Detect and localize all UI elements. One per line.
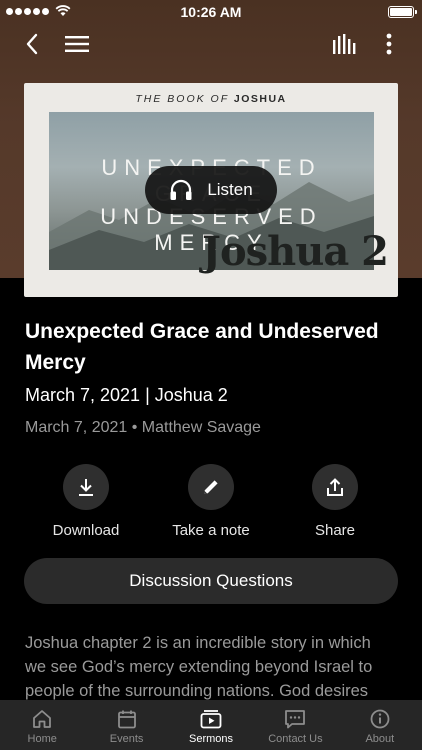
sermon-subtitle: March 7, 2021 | Joshua 2	[25, 385, 228, 405]
share-button[interactable]: Share	[275, 464, 395, 539]
nav-bar	[0, 28, 422, 60]
status-time: 10:26 AM	[180, 4, 242, 20]
share-circle	[312, 464, 358, 510]
artwork-header: THE BOOK OF JOSHUA	[135, 93, 287, 105]
take-note-button[interactable]: Take a note	[151, 464, 271, 539]
take-note-label: Take a note	[172, 522, 250, 539]
listen-button[interactable]: Listen	[145, 166, 277, 214]
sermon-meta: March 7, 2021 • Matthew Savage	[25, 419, 261, 436]
listen-label: Listen	[207, 180, 253, 199]
tab-sermons-label: Sermons	[189, 733, 234, 745]
tab-about[interactable]: About	[338, 700, 422, 750]
download-button[interactable]: Download	[26, 464, 146, 539]
home-icon	[33, 710, 52, 728]
tab-sermons[interactable]: Sermons	[169, 700, 253, 750]
note-circle	[188, 464, 234, 510]
download-label: Download	[52, 522, 120, 539]
status-bar: 10:26 AM	[0, 0, 422, 24]
tab-events-label: Events	[109, 733, 144, 745]
tab-events[interactable]: Events	[84, 700, 168, 750]
sermon-title: Unexpected Grace and Undeserved Mercy	[25, 320, 379, 374]
back-button[interactable]	[16, 28, 48, 60]
play-icon	[200, 710, 222, 729]
download-icon	[79, 479, 93, 496]
more-icon	[386, 33, 392, 55]
share-icon	[327, 478, 343, 496]
download-circle	[63, 464, 109, 510]
menu-button[interactable]	[61, 28, 93, 60]
info-icon	[370, 709, 390, 729]
tab-contact[interactable]: Contact Us	[253, 700, 337, 750]
headphones-icon	[170, 179, 192, 200]
pencil-icon	[204, 480, 218, 494]
battery-icon	[388, 6, 417, 18]
sermon-description: Joshua chapter 2 is an incredible story …	[25, 634, 373, 700]
more-button[interactable]	[373, 28, 405, 60]
tab-about-label: About	[365, 733, 395, 745]
equalizer-icon	[333, 34, 356, 54]
chat-icon	[285, 710, 306, 729]
tab-home[interactable]: Home	[0, 700, 84, 750]
artwork-series-label: Joshua 2	[202, 228, 389, 275]
discussion-questions-button[interactable]: Discussion Questions	[24, 558, 398, 604]
audio-player-button[interactable]	[328, 28, 360, 60]
tab-contact-label: Contact Us	[268, 733, 323, 745]
back-icon	[26, 33, 38, 55]
share-label: Share	[314, 522, 356, 539]
menu-icon	[65, 36, 89, 52]
calendar-icon	[117, 710, 136, 729]
tab-home-label: Home	[27, 733, 57, 745]
tab-bar: Home Events Sermons Contact Us About	[0, 700, 422, 750]
